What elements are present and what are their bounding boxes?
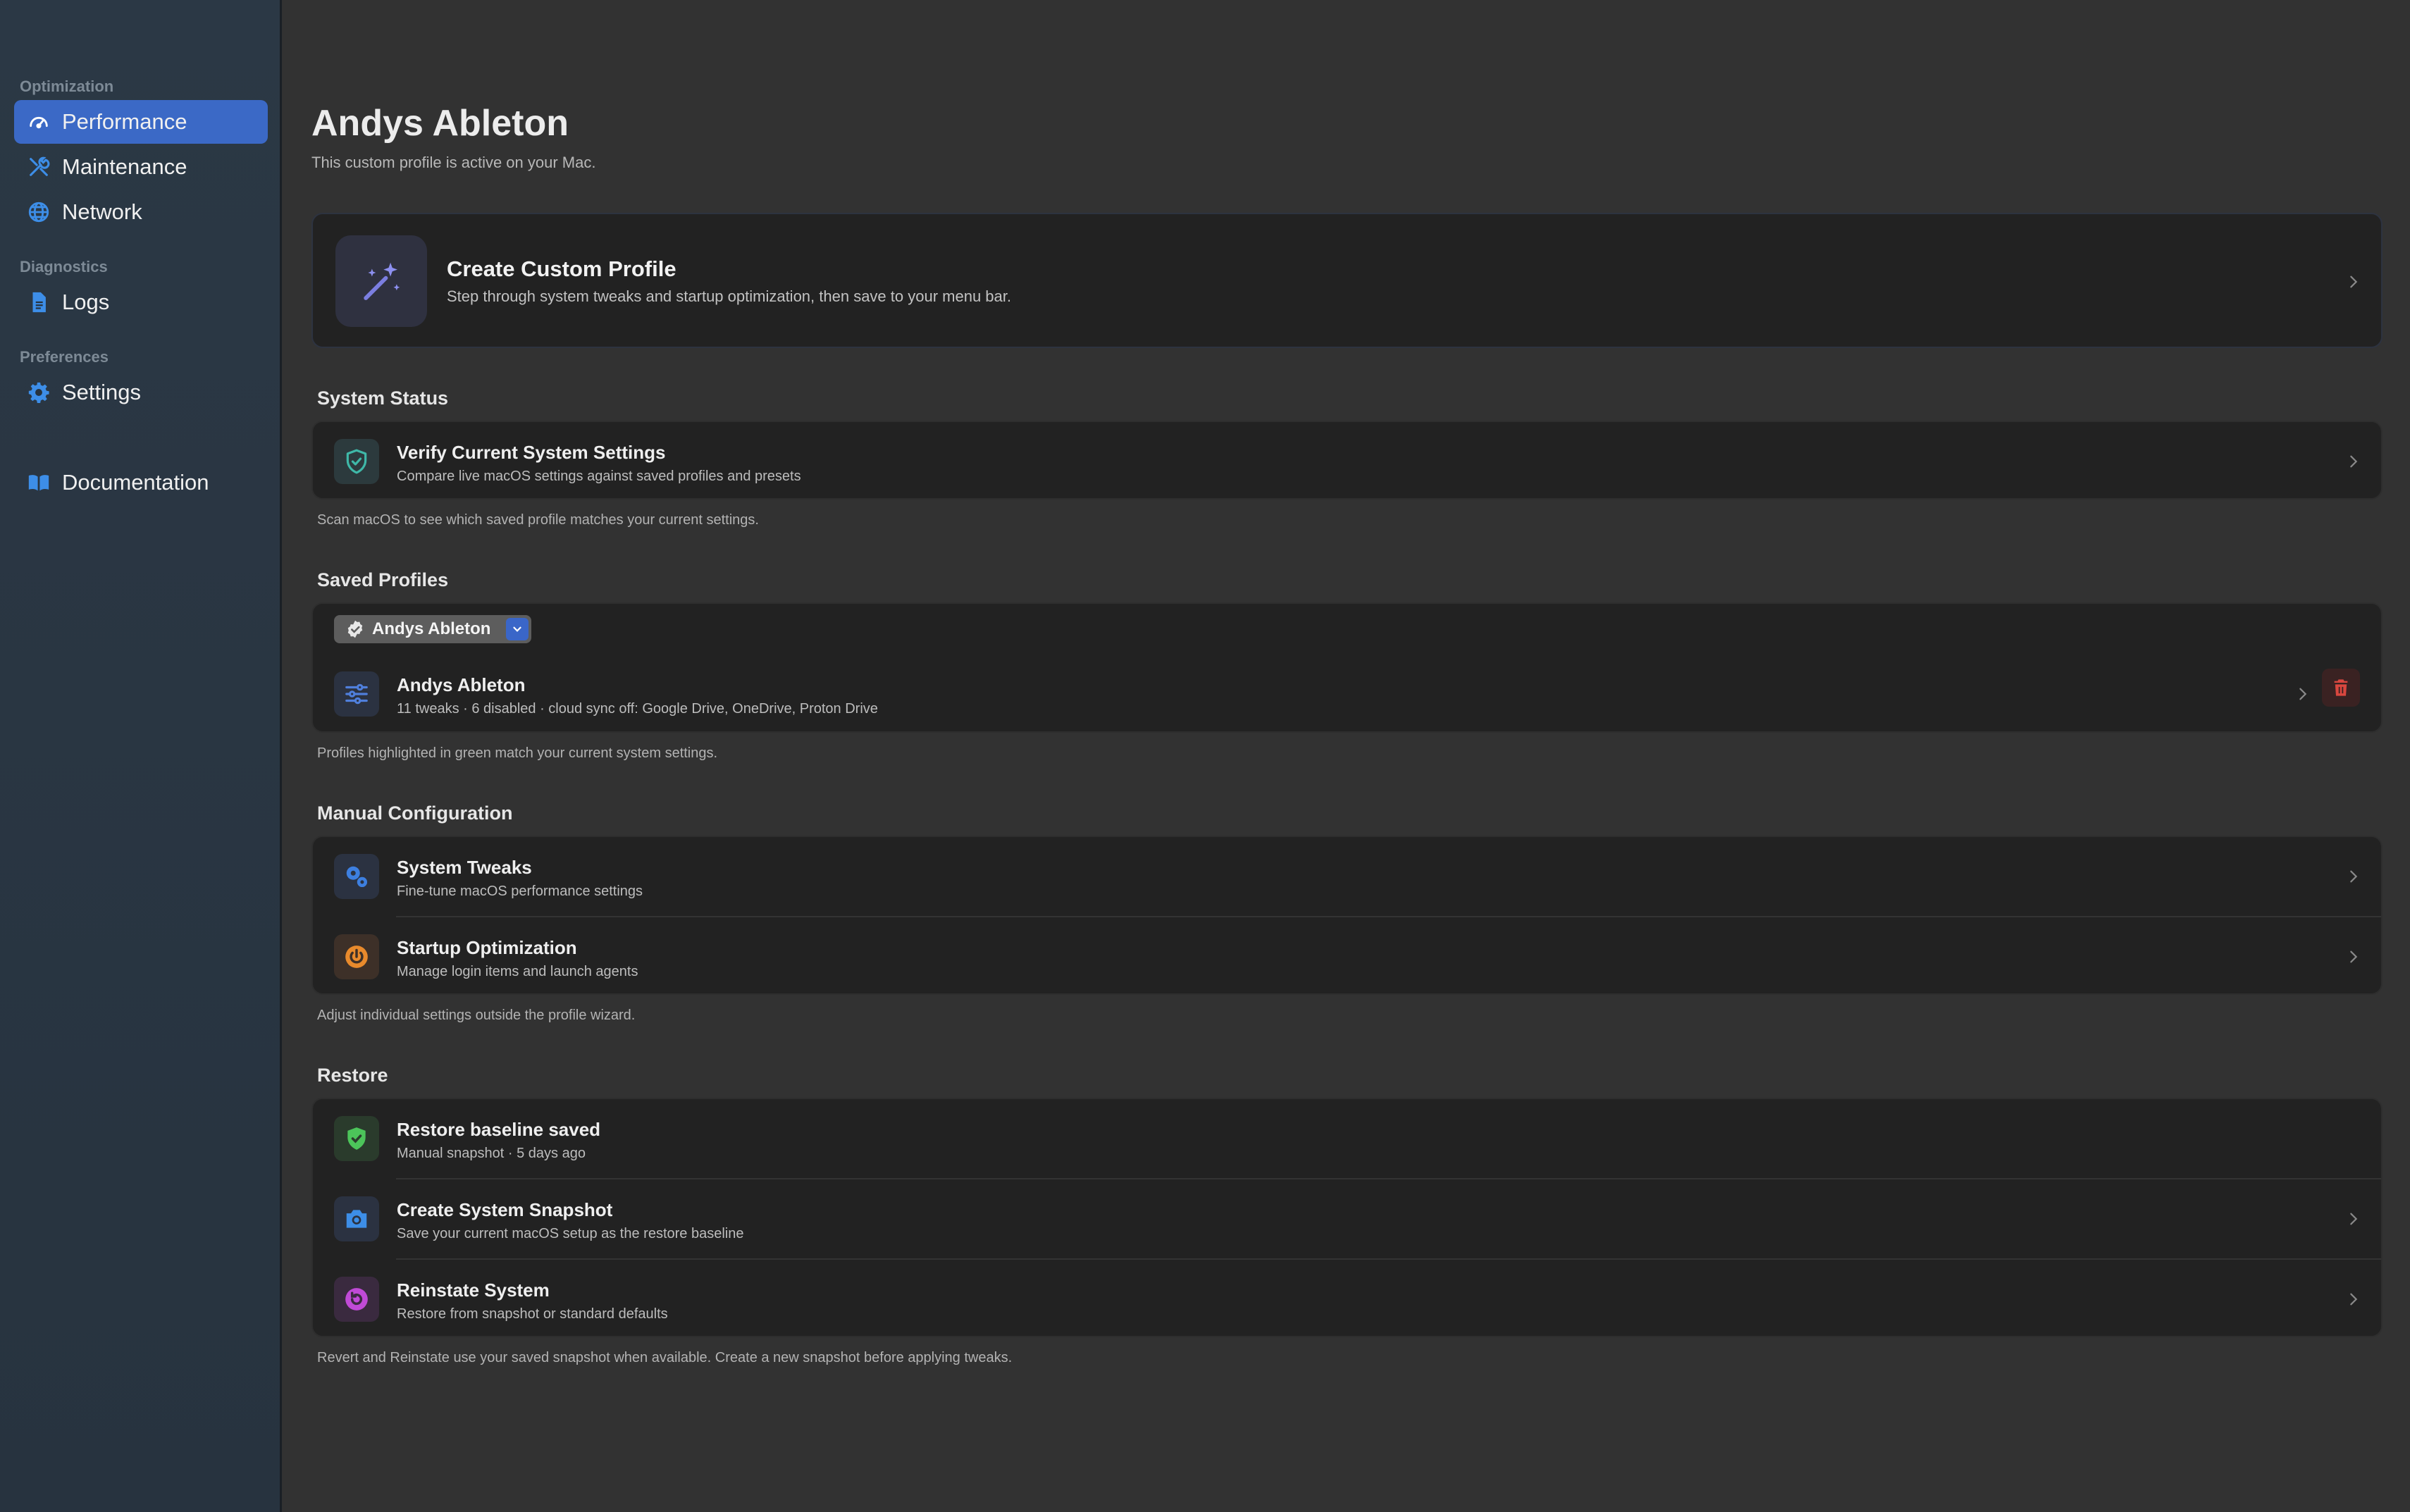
create-custom-profile-card[interactable]: Create Custom Profile Step through syste… — [311, 213, 2383, 348]
row-title: Startup Optimization — [397, 937, 577, 958]
restore-card: Restore baseline saved Manual snapshot ·… — [311, 1098, 2383, 1337]
sidebar-item-documentation[interactable]: Documentation — [14, 461, 268, 504]
chevron-right-icon — [2346, 274, 2361, 290]
hero-description: Step through system tweaks and startup o… — [447, 287, 1011, 305]
sidebar-item-label: Performance — [62, 109, 187, 134]
chevron-right-icon — [2346, 454, 2361, 469]
power-icon — [334, 934, 379, 979]
row-subtitle: Manage login items and launch agents — [397, 964, 638, 979]
create-snapshot-row[interactable]: Create System Snapshot Save your current… — [313, 1179, 2381, 1258]
sidebar-item-label: Maintenance — [62, 154, 187, 179]
profile-selector-label: Andys Ableton — [372, 619, 491, 638]
book-icon — [25, 469, 52, 496]
sidebar-section-diagnostics: Diagnostics — [20, 258, 108, 275]
row-title: Restore baseline saved — [397, 1119, 601, 1140]
gear-icon — [25, 379, 52, 406]
magic-wand-icon — [335, 235, 427, 327]
shield-check-icon — [334, 439, 379, 484]
sidebar-item-label: Settings — [62, 380, 142, 404]
saved-profile-row[interactable]: Andys Ableton 11 tweaks · 6 disabled · c… — [313, 655, 2381, 731]
sidebar: Optimization Performance Maintenance Net… — [0, 0, 282, 1512]
chevron-right-icon — [2346, 1291, 2361, 1307]
chevron-right-icon — [2346, 869, 2361, 884]
row-subtitle: Compare live macOS settings against save… — [397, 469, 801, 484]
shield-check-green-icon — [334, 1116, 379, 1161]
row-title: Create System Snapshot — [397, 1199, 613, 1220]
check-badge-icon — [345, 619, 365, 639]
sidebar-item-label: Documentation — [62, 470, 209, 495]
sidebar-section-optimization: Optimization — [20, 78, 114, 95]
gauge-icon — [25, 109, 52, 135]
section-heading-restore: Restore — [317, 1065, 388, 1086]
startup-optimization-row[interactable]: Startup Optimization Manage login items … — [313, 917, 2381, 993]
restore-icon — [334, 1277, 379, 1322]
section-heading-system-status: System Status — [317, 388, 449, 409]
row-title: Andys Ableton — [397, 674, 526, 695]
page-title: Andys Ableton — [311, 103, 569, 144]
chevron-right-icon — [2346, 949, 2361, 965]
saved-profiles-footnote: Profiles highlighted in green match your… — [317, 745, 718, 761]
sidebar-item-logs[interactable]: Logs — [14, 280, 268, 324]
system-status-card: Verify Current System Settings Compare l… — [311, 421, 2383, 500]
trash-icon — [2334, 679, 2348, 696]
sidebar-item-network[interactable]: Network — [14, 190, 268, 234]
tools-icon — [25, 154, 52, 180]
row-subtitle: Fine-tune macOS performance settings — [397, 884, 643, 899]
hero-title: Create Custom Profile — [447, 256, 676, 281]
section-heading-saved-profiles: Saved Profiles — [317, 569, 449, 590]
sidebar-item-performance[interactable]: Performance — [14, 100, 268, 144]
sidebar-item-label: Logs — [62, 290, 110, 314]
manual-configuration-footnote: Adjust individual settings outside the p… — [317, 1008, 636, 1023]
row-title: System Tweaks — [397, 857, 532, 878]
camera-icon — [334, 1196, 379, 1241]
globe-icon — [25, 199, 52, 225]
chevron-right-icon — [2295, 686, 2311, 702]
chevron-down-icon[interactable] — [506, 618, 529, 640]
system-tweaks-row[interactable]: System Tweaks Fine-tune macOS performanc… — [313, 837, 2381, 916]
sidebar-item-settings[interactable]: Settings — [14, 371, 268, 414]
restore-footnote: Revert and Reinstate use your saved snap… — [317, 1350, 1013, 1365]
system-status-footnote: Scan macOS to see which saved profile ma… — [317, 512, 759, 528]
profile-selector[interactable]: Andys Ableton — [334, 615, 531, 643]
sliders-icon — [334, 671, 379, 717]
saved-profiles-card: Andys Ableton Andys Ableton 11 tweaks · … — [311, 602, 2383, 733]
section-heading-manual-configuration: Manual Configuration — [317, 803, 513, 824]
sidebar-item-label: Network — [62, 199, 142, 224]
sidebar-section-preferences: Preferences — [20, 348, 109, 366]
gears-icon — [334, 854, 379, 899]
verify-settings-row[interactable]: Verify Current System Settings Compare l… — [313, 422, 2381, 498]
manual-configuration-card: System Tweaks Fine-tune macOS performanc… — [311, 836, 2383, 995]
delete-profile-button[interactable] — [2322, 669, 2360, 707]
document-icon — [25, 289, 52, 316]
row-subtitle: 11 tweaks · 6 disabled · cloud sync off:… — [397, 701, 878, 717]
row-subtitle: Restore from snapshot or standard defaul… — [397, 1306, 668, 1322]
reinstate-system-row[interactable]: Reinstate System Restore from snapshot o… — [313, 1260, 2381, 1336]
row-subtitle: Save your current macOS setup as the res… — [397, 1226, 744, 1241]
row-subtitle: Manual snapshot · 5 days ago — [397, 1146, 586, 1161]
main-content: Andys Ableton This custom profile is act… — [284, 0, 2410, 1512]
row-title: Verify Current System Settings — [397, 442, 666, 463]
page-subtitle: This custom profile is active on your Ma… — [311, 154, 596, 171]
sidebar-item-maintenance[interactable]: Maintenance — [14, 145, 268, 189]
row-title: Reinstate System — [397, 1279, 550, 1301]
chevron-right-icon — [2346, 1211, 2361, 1227]
restore-baseline-row: Restore baseline saved Manual snapshot ·… — [313, 1099, 2381, 1178]
